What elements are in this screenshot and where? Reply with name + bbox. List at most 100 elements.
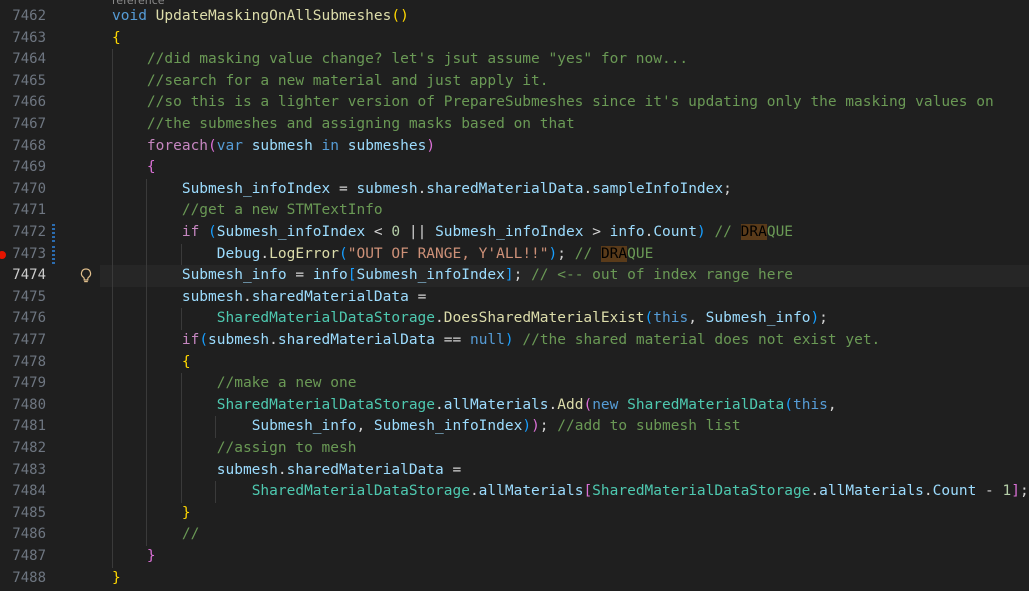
line-number[interactable]: 7479 bbox=[0, 373, 46, 395]
code-token: sharedMaterialData bbox=[251, 288, 418, 305]
line-number[interactable]: 7481 bbox=[0, 416, 46, 438]
code-line[interactable]: //assign to mesh bbox=[112, 438, 357, 460]
code-line[interactable]: { bbox=[112, 352, 191, 374]
line-number[interactable]: 7469 bbox=[0, 157, 46, 179]
line-number[interactable]: 7474 bbox=[0, 265, 46, 287]
code-line[interactable]: } bbox=[112, 568, 121, 590]
line-number[interactable]: 7486 bbox=[0, 524, 46, 546]
code-line[interactable]: Submesh_info = info[Submesh_infoIndex]; … bbox=[112, 265, 793, 287]
code-line[interactable]: foreach(var submesh in submeshes) bbox=[112, 136, 435, 158]
line-number[interactable]: 7466 bbox=[0, 92, 46, 114]
code-token: SharedMaterialDataStorage bbox=[216, 396, 436, 413]
code-token: //the shared material does not exist yet… bbox=[513, 332, 881, 348]
code-token: new bbox=[592, 396, 628, 413]
code-token: DRA bbox=[740, 224, 767, 240]
code-token: SharedMaterialData bbox=[627, 396, 785, 413]
code-line[interactable]: if(submesh.sharedMaterialData == null) /… bbox=[112, 330, 880, 352]
code-line[interactable]: void UpdateMaskingOnAllSubmeshes() bbox=[112, 6, 409, 28]
code-token: sampleInfoIndex bbox=[592, 180, 724, 197]
line-number[interactable]: 7472 bbox=[0, 222, 46, 244]
code-token: ) bbox=[531, 418, 540, 435]
code-token: Submesh_info bbox=[251, 418, 357, 435]
code-line[interactable]: } bbox=[112, 503, 191, 525]
code-line[interactable]: Submesh_info, Submesh_infoIndex)); //add… bbox=[112, 416, 741, 438]
code-line[interactable]: //the submeshes and assigning masks base… bbox=[112, 114, 575, 136]
code-token: . bbox=[435, 396, 444, 413]
code-line[interactable]: submesh.sharedMaterialData = bbox=[112, 460, 461, 482]
line-number[interactable]: 7463 bbox=[0, 28, 46, 50]
code-token: } bbox=[112, 569, 121, 586]
indent-guide bbox=[181, 243, 182, 266]
lightbulb-icon[interactable] bbox=[80, 268, 92, 284]
line-number[interactable]: 7471 bbox=[0, 200, 46, 222]
code-token: Submesh_infoIndex bbox=[373, 418, 523, 435]
line-number[interactable]: 7484 bbox=[0, 481, 46, 503]
code-line[interactable]: { bbox=[112, 28, 121, 50]
code-line[interactable]: Debug.LogError("OUT OF RANGE, Y'ALL!!");… bbox=[112, 244, 653, 266]
code-token: SharedMaterialDataStorage bbox=[216, 310, 436, 327]
code-token: // bbox=[181, 526, 200, 543]
code-token: submeshes bbox=[347, 137, 427, 154]
line-number[interactable]: 7473 bbox=[0, 244, 46, 266]
line-number[interactable]: 7482 bbox=[0, 438, 46, 460]
code-token: Submesh_info bbox=[181, 267, 296, 284]
code-editor[interactable]: reference 7462 void UpdateMaskingOnAllSub… bbox=[0, 0, 1029, 591]
code-token: . bbox=[583, 180, 593, 197]
line-number[interactable]: 7478 bbox=[0, 352, 46, 374]
line-number[interactable]: 7467 bbox=[0, 114, 46, 136]
code-token: //assign to mesh bbox=[216, 440, 357, 456]
line-number[interactable]: 7476 bbox=[0, 308, 46, 330]
code-line[interactable]: } bbox=[112, 546, 156, 568]
line-number[interactable]: 7487 bbox=[0, 546, 46, 568]
code-line[interactable]: SharedMaterialDataStorage.allMaterials[S… bbox=[112, 481, 1029, 503]
code-line[interactable]: if (Submesh_infoIndex < 0 || Submesh_inf… bbox=[112, 222, 793, 244]
code-line[interactable]: //get a new STMTextInfo bbox=[112, 200, 383, 222]
line-number[interactable]: 7468 bbox=[0, 136, 46, 158]
line-number[interactable]: 7477 bbox=[0, 330, 46, 352]
code-token: LogError bbox=[269, 245, 339, 262]
code-line[interactable]: submesh.sharedMaterialData = bbox=[112, 287, 426, 309]
line-number[interactable]: 7488 bbox=[0, 568, 46, 590]
code-token: submesh bbox=[356, 180, 418, 197]
code-token: ( bbox=[208, 224, 217, 240]
code-token: foreach bbox=[146, 137, 209, 154]
code-line[interactable]: //search for a new material and just app… bbox=[112, 71, 549, 93]
code-token: sharedMaterialData bbox=[426, 180, 584, 197]
indent-guide bbox=[215, 481, 216, 503]
code-token: allMaterials bbox=[443, 396, 549, 413]
modified-line-marker[interactable] bbox=[52, 224, 55, 242]
modified-line-marker[interactable] bbox=[52, 245, 55, 264]
indent-guide bbox=[181, 308, 182, 330]
code-line[interactable]: { bbox=[112, 157, 156, 179]
line-number[interactable]: 7485 bbox=[0, 503, 46, 525]
code-token: Submesh_infoIndex bbox=[435, 224, 593, 240]
code-token: . bbox=[242, 288, 252, 305]
line-number[interactable]: 7464 bbox=[0, 49, 46, 71]
code-line[interactable]: SharedMaterialDataStorage.allMaterials.A… bbox=[112, 395, 837, 417]
indent-guide bbox=[181, 373, 182, 503]
line-number[interactable]: 7480 bbox=[0, 395, 46, 417]
line-number[interactable]: 7470 bbox=[0, 179, 46, 201]
code-line[interactable]: //so this is a lighter version of Prepar… bbox=[112, 92, 994, 114]
code-token: > bbox=[592, 224, 610, 240]
line-number[interactable]: 7465 bbox=[0, 71, 46, 93]
code-token: ) bbox=[426, 137, 436, 154]
code-line[interactable]: //make a new one bbox=[112, 373, 357, 395]
code-token: ; bbox=[557, 245, 575, 262]
code-line[interactable]: Submesh_infoIndex = submesh.sharedMateri… bbox=[112, 179, 732, 201]
code-line[interactable]: SharedMaterialDataStorage.DoesSharedMate… bbox=[112, 308, 828, 330]
code-token: void bbox=[112, 8, 156, 24]
code-line[interactable]: // bbox=[112, 524, 199, 546]
line-number[interactable]: 7475 bbox=[0, 287, 46, 309]
code-line[interactable]: //did masking value change? let's jsut a… bbox=[112, 49, 688, 71]
code-token: . bbox=[548, 396, 558, 413]
code-token: this bbox=[792, 396, 828, 413]
line-number[interactable]: 7462 bbox=[0, 6, 46, 28]
breakpoint-icon[interactable] bbox=[0, 250, 6, 259]
line-number[interactable]: 7483 bbox=[0, 460, 46, 482]
